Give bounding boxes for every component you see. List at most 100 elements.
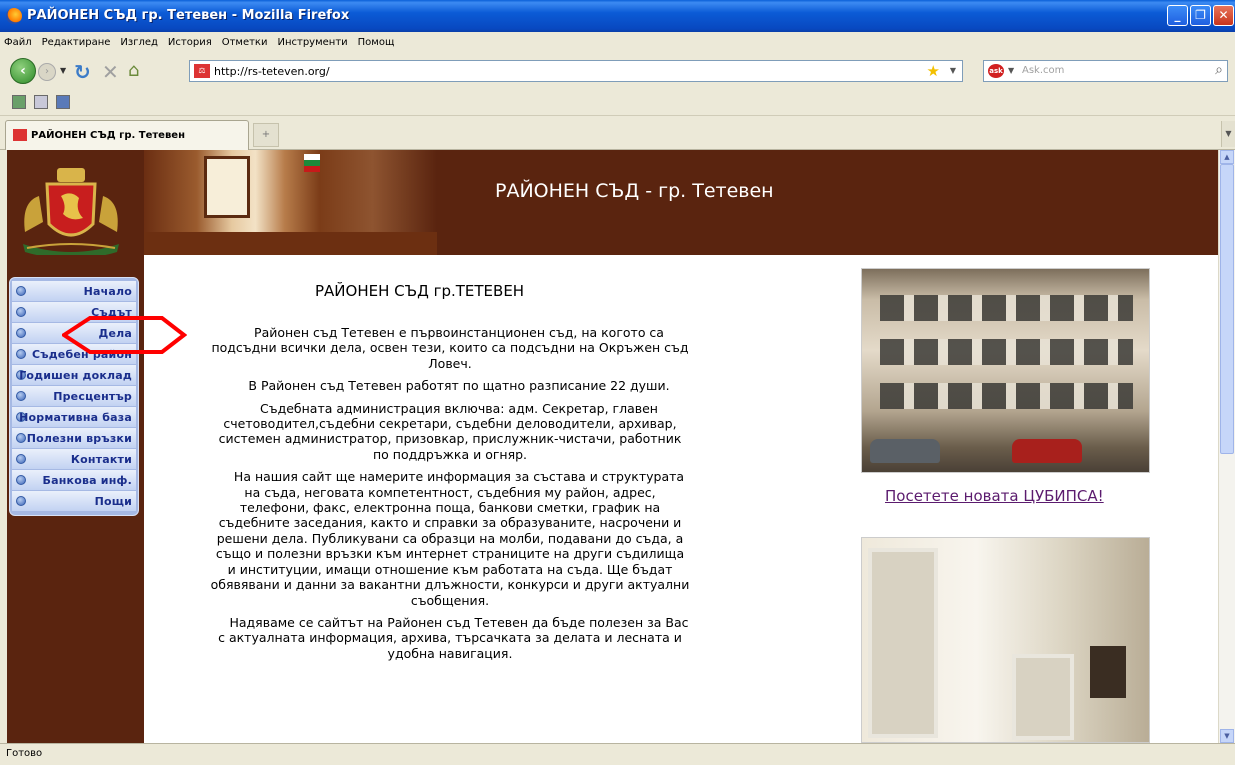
menu-file[interactable]: Файл: [4, 37, 32, 48]
page-scrollbar[interactable]: ▲ ▼: [1218, 150, 1235, 743]
paragraph: Надяваме се сайтът на Районен съд Тетеве…: [218, 614, 689, 661]
back-button[interactable]: ‹: [10, 58, 36, 84]
menu-history[interactable]: История: [168, 37, 212, 48]
site-nav-menu: Начало Съдът Дела Съдебен район Годишен …: [9, 277, 139, 516]
history-dropdown-icon[interactable]: ▼: [60, 66, 66, 75]
scroll-thumb[interactable]: [1220, 164, 1234, 454]
status-bar: Готово: [0, 743, 1235, 765]
photo-detail-plaque: [1090, 646, 1126, 698]
photo-detail-car: [870, 439, 940, 463]
paragraph: В Районен съд Тетевен работят по щатно р…: [248, 378, 670, 394]
address-bar[interactable]: ⚖ http://rs-teteven.org/ ★ ▼: [189, 60, 963, 82]
url-dropdown-icon[interactable]: ▼: [950, 66, 956, 75]
paragraph: Съдебната администрация включва: адм. Се…: [218, 400, 682, 462]
photo-detail-door: [868, 548, 938, 738]
paragraph: На нашия сайт ще намерите информация за …: [210, 469, 690, 608]
nav-bullet-icon: [16, 454, 26, 464]
photo-detail-door: [1012, 654, 1074, 740]
stop-icon[interactable]: ✕: [102, 60, 119, 84]
menu-tools[interactable]: Инструменти: [277, 37, 347, 48]
tab-favicon-icon: [13, 129, 27, 141]
photo-detail-row: [880, 383, 1133, 409]
nav-label[interactable]: Начало: [84, 285, 132, 298]
site-title: РАЙОНЕН СЪД - гр. Тетевен: [495, 180, 774, 202]
site-favicon-icon: ⚖: [194, 64, 210, 78]
print-icon[interactable]: [34, 95, 48, 109]
url-text[interactable]: http://rs-teteven.org/: [214, 65, 330, 78]
navigation-toolbar: ‹ › ▼ ↻ ✕ ⌂ ⚖ http://rs-teteven.org/ ★ ▼…: [0, 52, 1235, 88]
nav-label[interactable]: Пощи: [95, 495, 132, 508]
coat-of-arms-icon: [23, 168, 119, 258]
visit-link[interactable]: Посетете новата ЦУБИПСА!: [885, 487, 1104, 505]
page-viewport: РАЙОНЕН СЪД - гр. Тетевен Начало Съдът Д…: [7, 150, 1218, 743]
nav-bullet-icon: [16, 349, 26, 359]
menu-edit[interactable]: Редактиране: [42, 37, 111, 48]
nav-bullet-icon: [16, 286, 26, 296]
page-heading: РАЙОНЕН СЪД гр.ТЕТЕВЕН: [315, 282, 525, 300]
photo-detail-row: [880, 339, 1133, 365]
status-text: Готово: [6, 748, 43, 759]
nav-bullet-icon: [16, 475, 26, 485]
home-icon[interactable]: ⌂: [128, 60, 139, 81]
search-icon[interactable]: ⌕: [1215, 62, 1223, 78]
nav-item-mail[interactable]: Пощи: [12, 491, 136, 512]
search-engine-dropdown-icon[interactable]: ▼: [1008, 66, 1014, 75]
firefox-icon: [6, 8, 22, 24]
menu-view[interactable]: Изглед: [120, 37, 158, 48]
nav-item-bank-info[interactable]: Банкова инф.: [12, 470, 136, 491]
nav-item-links[interactable]: Полезни връзки: [12, 428, 136, 449]
page-icon[interactable]: [56, 95, 70, 109]
nav-label[interactable]: Полезни връзки: [27, 432, 132, 445]
menu-bookmarks[interactable]: Отметки: [222, 37, 268, 48]
site-header: РАЙОНЕН СЪД - гр. Тетевен: [7, 150, 1218, 258]
scroll-down-icon[interactable]: ▼: [1220, 729, 1234, 743]
ask-engine-icon[interactable]: ask: [988, 64, 1004, 78]
window-title: РАЙОНЕН СЪД гр. Тетевен - Mozilla Firefo…: [27, 8, 350, 23]
nav-label[interactable]: Годишен доклад: [19, 369, 132, 382]
nav-bullet-icon: [16, 328, 26, 338]
nav-label[interactable]: Банкова инф.: [43, 474, 132, 487]
window-titlebar: РАЙОНЕН СЪД гр. Тетевен - Mozilla Firefo…: [0, 0, 1235, 32]
minimize-button[interactable]: _: [1167, 5, 1188, 26]
nav-item-contacts[interactable]: Контакти: [12, 449, 136, 470]
nav-bullet-icon: [16, 496, 26, 506]
new-tab-button[interactable]: +: [253, 123, 279, 147]
menu-bar: Файл Редактиране Изглед История Отметки …: [0, 32, 1235, 52]
photo-detail-window: [204, 156, 250, 218]
nav-bullet-icon: [16, 433, 26, 443]
photo-detail-row: [880, 295, 1133, 321]
courthouse-photo: [861, 268, 1150, 473]
photo-detail-desk: [144, 232, 437, 255]
nav-label[interactable]: Пресцентър: [53, 390, 132, 403]
download-icon[interactable]: [12, 95, 26, 109]
main-content: Районен съд Тетевен е първоинстанционен …: [210, 325, 690, 668]
tab-list-icon[interactable]: ▼: [1221, 121, 1235, 147]
reload-icon[interactable]: ↻: [74, 60, 91, 84]
extra-toolbar: [0, 88, 1235, 116]
forward-button[interactable]: ›: [38, 63, 56, 81]
photo-detail-car: [1012, 439, 1082, 463]
nav-bullet-icon: [16, 307, 26, 317]
menu-help[interactable]: Помощ: [358, 37, 395, 48]
nav-item-home[interactable]: Начало: [12, 281, 136, 302]
courtroom-photo: [144, 150, 437, 255]
nav-item-regulations[interactable]: Нормативна база: [12, 407, 136, 428]
interior-photo: [861, 537, 1150, 743]
scroll-up-icon[interactable]: ▲: [1220, 150, 1234, 164]
nav-bullet-icon: [16, 391, 26, 401]
nav-label[interactable]: Контакти: [71, 453, 132, 466]
maximize-button[interactable]: ❐: [1190, 5, 1211, 26]
tab-active[interactable]: РАЙОНЕН СЪД гр. Тетевен: [5, 120, 249, 150]
close-button[interactable]: ✕: [1213, 5, 1234, 26]
bookmark-star-icon[interactable]: ★: [927, 62, 940, 80]
tab-strip: РАЙОНЕН СЪД гр. Тетевен + ▼: [0, 117, 1235, 150]
tab-label: РАЙОНЕН СЪД гр. Тетевен: [31, 130, 185, 141]
search-placeholder[interactable]: Ask.com: [1022, 65, 1064, 76]
nav-label[interactable]: Нормативна база: [19, 411, 132, 424]
search-box[interactable]: ask ▼ Ask.com ⌕: [983, 60, 1228, 82]
red-arrow-annotation: [62, 316, 187, 354]
paragraph: Районен съд Тетевен е първоинстанционен …: [211, 325, 689, 371]
nav-item-press[interactable]: Пресцентър: [12, 386, 136, 407]
flag-icon: [304, 154, 320, 172]
nav-item-annual-report[interactable]: Годишен доклад: [12, 365, 136, 386]
